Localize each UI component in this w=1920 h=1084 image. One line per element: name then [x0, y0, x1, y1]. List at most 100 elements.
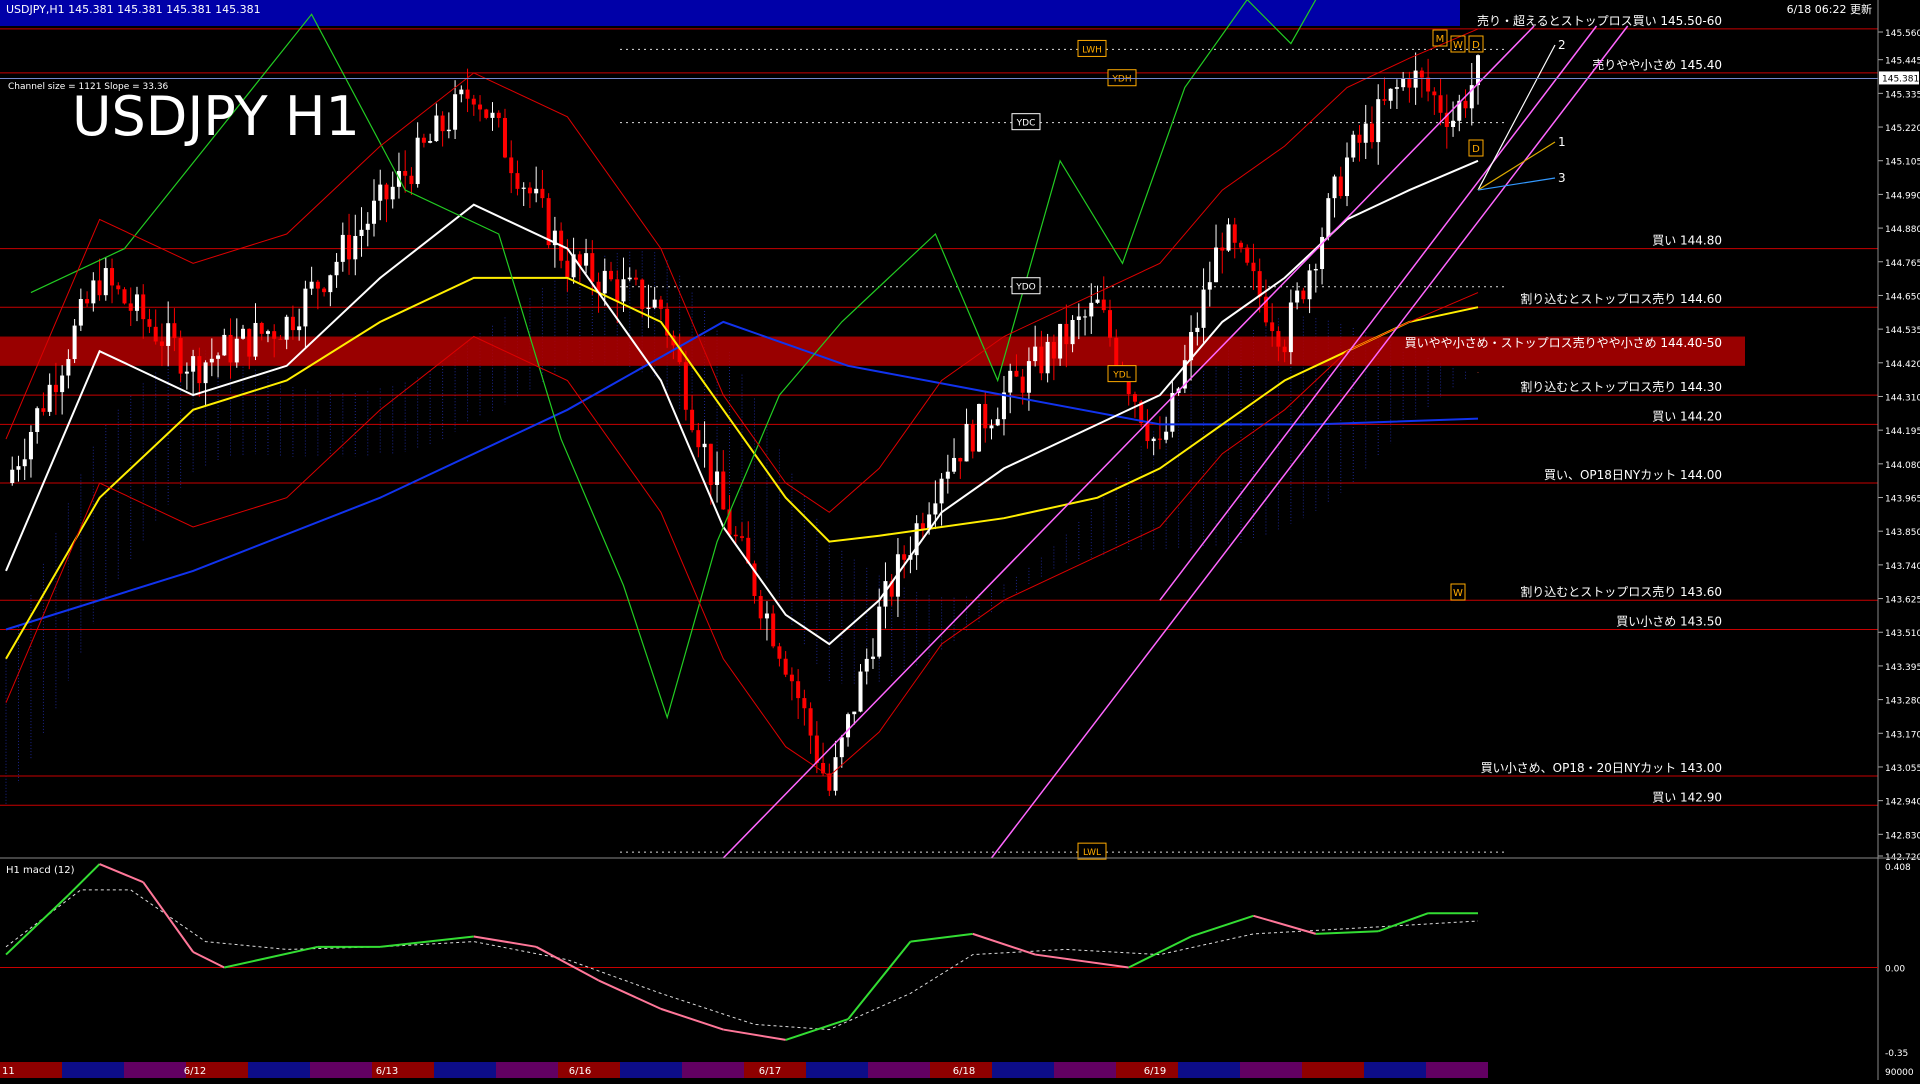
candle-body [1033, 346, 1038, 362]
candle-body [1413, 70, 1418, 88]
candle-body [35, 408, 40, 432]
candle-body [1232, 224, 1237, 243]
price-tick-label: 144.420 [1885, 360, 1920, 370]
candle-body [228, 334, 233, 363]
level-label: 売りやや小さめ 145.40 [1592, 57, 1722, 72]
candle-body [783, 658, 788, 675]
level-label: 割り込むとストップロス売り 143.60 [1520, 584, 1722, 599]
candle-body [359, 229, 364, 237]
session-band [124, 1062, 186, 1078]
candle-body [808, 708, 813, 736]
candle-body [459, 89, 464, 95]
candle-body [609, 270, 614, 280]
candle-body [789, 674, 794, 682]
symbol-info: USDJPY,H1 145.381 145.381 145.381 145.38… [6, 3, 261, 16]
candle-body [1207, 282, 1212, 290]
candle-body [615, 279, 620, 302]
candle-body [209, 358, 214, 363]
level-label: 割り込むとストップロス売り 144.60 [1520, 291, 1722, 306]
candle-body [159, 341, 164, 346]
candle-body [970, 423, 975, 452]
candle-body [1326, 198, 1331, 237]
price-tick-label: 145.560 [1885, 29, 1920, 39]
price-tick-label: 145.105 [1885, 158, 1920, 168]
candle-body [509, 157, 514, 174]
candle-body [103, 268, 108, 296]
date-label: 6/12 [184, 1066, 206, 1077]
candle-body [166, 323, 171, 346]
candle-body [1382, 99, 1387, 101]
price-tick-label: 143.280 [1885, 697, 1920, 707]
candle-body [989, 425, 994, 429]
candle-body [141, 294, 146, 320]
macd-tick-label: 0.408 [1885, 863, 1911, 873]
candle-body [272, 331, 277, 339]
candle-body [1438, 95, 1443, 113]
candle-body [184, 371, 189, 374]
level-label: 買い 144.80 [1652, 234, 1722, 248]
session-band [496, 1062, 558, 1078]
candle-body [290, 316, 295, 331]
price-tick-label: 144.195 [1885, 427, 1920, 437]
candle-body [502, 117, 507, 158]
candle-body [877, 606, 882, 657]
candle-body [527, 187, 532, 194]
level-label: 買い 142.90 [1652, 790, 1722, 804]
projection-label: 3 [1558, 171, 1566, 185]
candle-body [1108, 310, 1112, 338]
candle-body [1201, 289, 1206, 328]
candle-body [958, 457, 963, 462]
price-tick-label: 143.055 [1885, 764, 1920, 774]
candle-body [197, 356, 202, 384]
candle-body [534, 188, 539, 194]
candle-body [1388, 88, 1393, 101]
projection-label: 2 [1558, 38, 1566, 52]
candle-body [409, 175, 414, 185]
candle-body [1313, 269, 1318, 271]
candle-body [78, 299, 83, 326]
price-tick-label: 143.170 [1885, 730, 1920, 740]
candle-body [1045, 341, 1050, 374]
candle-body [122, 289, 127, 304]
candle-body [1039, 346, 1044, 374]
current-price-label: 145.381 [1882, 74, 1919, 84]
candle-body [565, 260, 570, 278]
candle-body [178, 338, 183, 374]
tag-label: LWL [1083, 848, 1101, 858]
candle-body [1357, 134, 1362, 143]
candle-body [920, 523, 925, 530]
candle-body [1332, 176, 1337, 199]
price-chart[interactable]: 売り・超えるとストップロス買い 145.50-60 売りやや小さめ 145.40 買… [0, 0, 1920, 1080]
candle-body [721, 471, 726, 510]
candle-body [771, 613, 776, 647]
candle-body [334, 261, 339, 276]
candle-body [627, 277, 632, 280]
price-tick-label: 144.990 [1885, 191, 1920, 201]
price-tick-label: 143.740 [1885, 562, 1920, 572]
candle-body [1214, 247, 1219, 283]
candle-body [964, 423, 969, 462]
price-tick-label: 145.445 [1885, 57, 1920, 67]
candle-body [1363, 123, 1368, 143]
candle-body [1164, 431, 1169, 440]
candle-body [1001, 392, 1006, 420]
candle-body [852, 711, 857, 715]
candle-body [1101, 299, 1106, 311]
candle-body [1064, 323, 1069, 345]
price-tick-label: 143.625 [1885, 596, 1920, 606]
level-label: 買い小さめ、OP18・20日NYカット 143.00 [1481, 761, 1722, 775]
tag-label: YDO [1015, 283, 1036, 293]
candle-body [309, 281, 314, 289]
candle-body [403, 170, 408, 176]
candle-body [1132, 394, 1137, 402]
candle-body [758, 595, 763, 619]
candle-body [858, 671, 863, 712]
candle-body [995, 419, 1000, 426]
session-band [1178, 1062, 1240, 1078]
tag-label: YDL [1112, 371, 1130, 381]
price-tick-label: 143.395 [1885, 663, 1920, 673]
candle-body [521, 187, 526, 189]
macd-tick-label: -0.35 [1885, 1049, 1908, 1059]
macd-label: H1 macd (12) [6, 865, 75, 876]
candle-body [1407, 78, 1412, 88]
